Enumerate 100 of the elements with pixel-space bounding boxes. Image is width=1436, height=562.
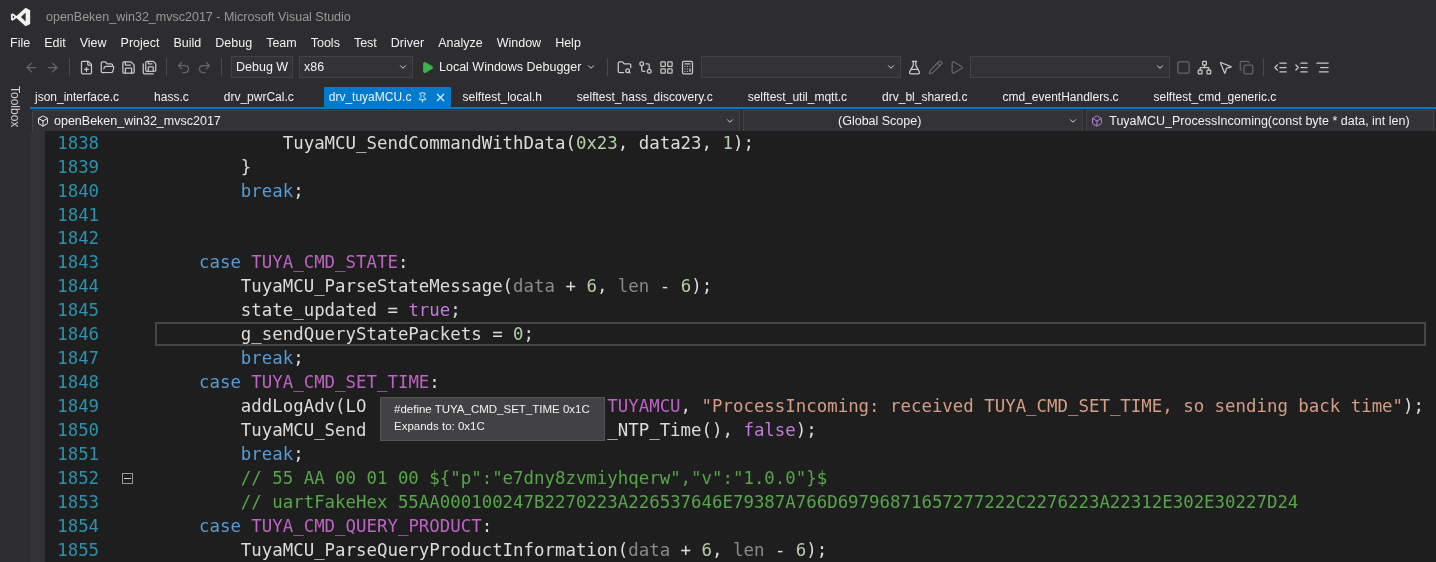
menu-item[interactable]: Test <box>346 36 384 50</box>
outdent-icon[interactable] <box>1273 59 1289 75</box>
menu-item[interactable]: Build <box>166 36 209 50</box>
pointer-icon[interactable] <box>1218 59 1234 75</box>
menu-item[interactable]: Debug <box>208 36 260 50</box>
line-number: 1855 <box>56 540 100 560</box>
save-all-icon[interactable] <box>142 59 157 75</box>
code-keyword: break <box>239 444 294 464</box>
code-number: 6 <box>586 276 597 296</box>
forward-icon[interactable] <box>45 59 60 75</box>
file-tab[interactable]: json_interface.c <box>30 87 150 107</box>
code-text: , <box>680 396 693 416</box>
code-number: 0x23 <box>575 133 618 153</box>
undo-icon[interactable] <box>176 59 191 75</box>
line-number: 1838 <box>56 133 100 153</box>
file-tab[interactable]: drv_pwrCal.c <box>218 87 324 107</box>
menu-item[interactable]: Project <box>113 36 167 50</box>
line-number: 1843 <box>56 252 100 272</box>
platform-dropdown[interactable]: x86 <box>299 56 413 78</box>
logo-icon <box>10 6 32 28</box>
save-icon[interactable] <box>121 59 136 75</box>
flask-icon[interactable] <box>907 59 923 75</box>
menu-item[interactable]: Edit <box>37 36 73 50</box>
code-parameter: data <box>513 276 555 296</box>
file-tab[interactable]: selftest_local.h <box>457 87 572 107</box>
project-dropdown[interactable]: openBeken_win32_mvsc2017 <box>32 110 740 132</box>
redo-icon[interactable] <box>197 59 212 75</box>
code-text: g_sendQueryStatePackets = <box>239 324 504 344</box>
code-text: TuyaMCU_ParseQueryProductInformation( <box>239 540 629 560</box>
code-text: ; <box>293 181 304 201</box>
run-button[interactable]: Local Windows Debugger <box>419 60 599 74</box>
caret-icon[interactable] <box>586 62 597 72</box>
file-tab[interactable]: selftest_util_mqtt.c <box>742 87 878 107</box>
scope-dropdown[interactable]: (Global Scope) <box>743 110 1084 132</box>
code-text: ; <box>450 300 461 320</box>
code-text: + <box>564 276 577 296</box>
align-icon[interactable] <box>1315 59 1331 75</box>
caret-icon[interactable] <box>1155 62 1166 72</box>
menu-item[interactable]: Help <box>548 36 588 50</box>
network-icon[interactable] <box>1197 59 1213 75</box>
code-literal: true <box>408 300 451 320</box>
open-folder-icon[interactable] <box>100 59 115 75</box>
new-file-icon[interactable] <box>79 59 94 75</box>
code-text: ); <box>806 540 828 560</box>
caret-icon[interactable] <box>1068 116 1079 126</box>
code-number: 0 <box>513 324 524 344</box>
line-number: 1851 <box>56 444 100 464</box>
menu-item[interactable]: Tools <box>303 36 347 50</box>
code-parameter: len <box>617 276 650 296</box>
code-text: ); <box>733 133 754 153</box>
code-string: "ProcessIncoming: received TUYA_CMD_SET_TIME, so sending back time" <box>701 396 1404 416</box>
folder-search-icon[interactable] <box>617 59 633 75</box>
tooltip-text: #define TUYA_CMD_SET_TIME 0x1C <box>394 402 590 417</box>
calculator-icon[interactable] <box>680 59 696 75</box>
menu-item[interactable]: Analyze <box>431 36 490 50</box>
copy-icon[interactable] <box>1239 59 1255 75</box>
code-macro: TUYA_CMD_STATE <box>250 252 398 272</box>
code-text: - <box>658 276 672 296</box>
menu-item[interactable]: Window <box>489 36 549 50</box>
code-text: ); <box>795 420 817 440</box>
toolbox-tab[interactable]: Toolbox <box>8 86 22 128</box>
compare-icon[interactable] <box>638 59 654 75</box>
line-number: 1845 <box>56 300 100 320</box>
line-number: 1839 <box>56 157 100 177</box>
file-tab[interactable]: drv_bl_shared.c <box>877 87 998 107</box>
indent-icon[interactable] <box>1294 59 1310 75</box>
configuration-dropdown[interactable]: Debug W <box>231 56 293 78</box>
code-text: state_updated = <box>239 300 399 320</box>
code-literal: false <box>743 420 796 440</box>
code-text: - <box>773 540 787 560</box>
back-icon[interactable] <box>24 59 39 75</box>
menu-item[interactable]: View <box>72 36 114 50</box>
line-number: 1842 <box>56 228 100 249</box>
code-comment: // 55 AA 00 01 00 ${"p":"e7dny8zvmiyhqerw","v":"1.0.0"}$ <box>239 468 828 488</box>
file-tab[interactable]: cmd_eventHandlers.c <box>997 87 1149 107</box>
code-keyword: break <box>239 181 294 201</box>
caret-icon[interactable] <box>725 116 735 126</box>
caret-icon[interactable] <box>886 62 897 72</box>
menu-item[interactable]: Driver <box>383 36 432 50</box>
code-text: : <box>397 252 409 272</box>
line-number: 1850 <box>56 420 100 440</box>
collapse-icon[interactable] <box>121 472 133 484</box>
member-dropdown[interactable]: TuyaMCU_ProcessIncoming(const byte * data, int len) <box>1086 110 1434 132</box>
pin-icon[interactable] <box>417 91 429 103</box>
code-text: ; <box>523 324 535 344</box>
code-keyword: break <box>239 348 294 368</box>
line-number: 1844 <box>56 276 100 296</box>
file-tab[interactable]: selftest_hass_discovery.c <box>571 87 743 107</box>
file-tab[interactable]: selftest_cmd_generic.c <box>1148 87 1307 107</box>
grid-icon[interactable] <box>659 59 675 75</box>
code-number: 6 <box>701 540 713 560</box>
line-number: 1847 <box>56 348 100 368</box>
menu-item[interactable]: Team <box>259 36 304 50</box>
line-number: 1852 <box>56 468 100 488</box>
menu-item[interactable]: File <box>3 36 38 50</box>
file-tab[interactable]: hass.c <box>149 87 219 107</box>
line-number: 1841 <box>56 204 100 225</box>
caret-icon[interactable] <box>398 62 408 72</box>
file-tab[interactable]: drv_tuyaMCU.c <box>323 87 452 107</box>
code-number: 1 <box>722 133 733 153</box>
